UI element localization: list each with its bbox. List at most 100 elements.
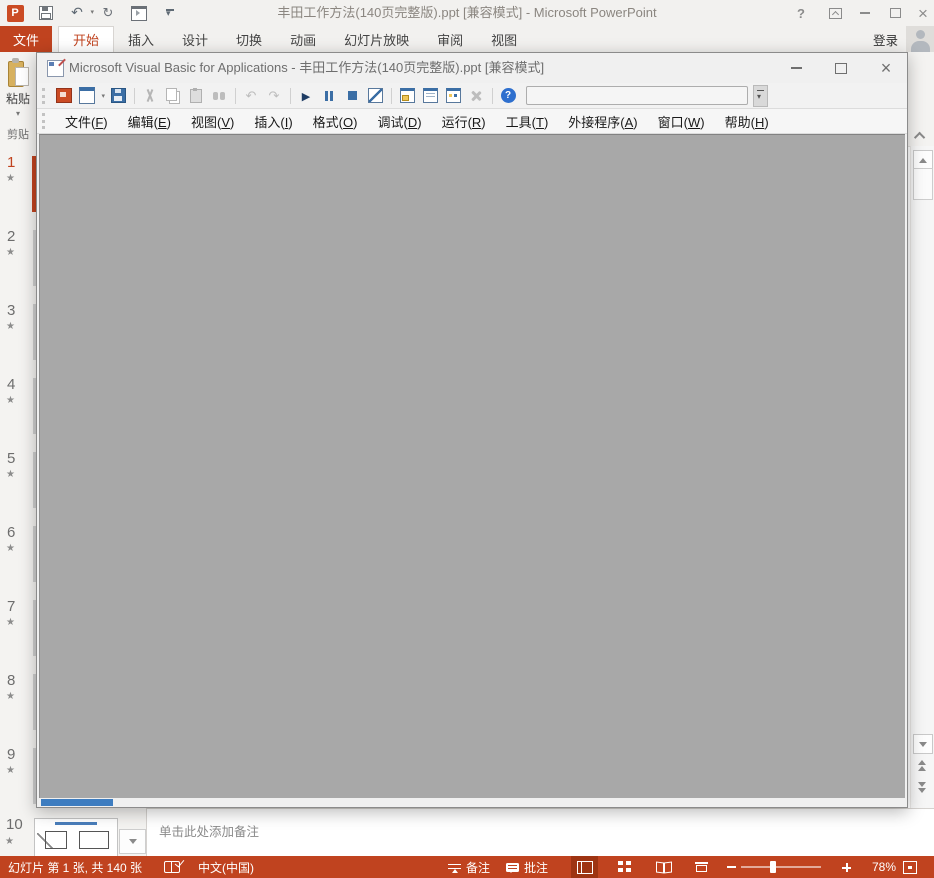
main-scrollbar[interactable] [910, 146, 934, 808]
zoom-level[interactable]: 78% [858, 856, 896, 878]
spell-check-icon[interactable] [164, 861, 180, 873]
toolbar-grip[interactable] [42, 87, 48, 104]
save-icon[interactable] [37, 4, 55, 22]
start-slideshow-icon[interactable] [130, 4, 148, 22]
vba-menu-item[interactable]: 调试(D) [367, 112, 431, 131]
thumbnail-scroll-down-icon[interactable] [119, 829, 146, 854]
zoom-slider-thumb[interactable] [770, 861, 776, 873]
ribbon-tab[interactable]: 动画 [276, 26, 330, 52]
slide-thumbnail-row[interactable]: 5 [0, 442, 36, 516]
save-icon[interactable] [109, 87, 127, 105]
paste-icon[interactable] [187, 87, 205, 105]
view-powerpoint-icon[interactable] [55, 87, 73, 105]
insert-userform-icon[interactable] [78, 87, 105, 105]
scrollbar-thumb[interactable] [913, 168, 933, 200]
vba-menu-item[interactable]: 外接程序(A) [558, 112, 647, 131]
vba-close-icon[interactable]: × [871, 57, 901, 79]
vba-minimize-icon[interactable] [781, 57, 811, 79]
help-icon[interactable] [499, 87, 517, 105]
redo-icon[interactable] [265, 87, 283, 105]
notes-pane[interactable]: 单击此处添加备注 [146, 808, 934, 857]
slide-sorter-view-button[interactable] [611, 856, 638, 878]
sign-in-link[interactable]: 登录 [873, 26, 898, 52]
paste-button[interactable]: 粘贴 [0, 54, 36, 118]
scroll-up-icon[interactable] [913, 150, 933, 170]
ribbon-tab[interactable]: 开始 [58, 26, 115, 52]
ribbon-display-options-icon[interactable] [820, 0, 850, 26]
previous-slide-icon[interactable] [918, 760, 926, 771]
copy-icon[interactable] [164, 87, 182, 105]
vba-menu-item[interactable]: 运行(R) [432, 112, 496, 131]
design-mode-icon[interactable] [366, 87, 384, 105]
toolbox-icon[interactable] [467, 87, 485, 105]
ribbon-tab[interactable]: 视图 [477, 26, 531, 52]
toolbar-separator[interactable] [391, 87, 392, 104]
toolbar-separator[interactable] [235, 87, 236, 104]
menubar-grip[interactable] [42, 113, 48, 129]
undo-icon[interactable] [242, 87, 260, 105]
vba-menu-item[interactable]: 视图(V) [181, 112, 244, 131]
comments-toggle-button[interactable]: 批注 [506, 856, 548, 878]
vba-menu-item[interactable]: 文件(F) [55, 112, 118, 131]
close-icon[interactable]: × [908, 0, 934, 26]
vba-menu-item[interactable]: 编辑(E) [118, 112, 181, 131]
toolbar-separator[interactable] [290, 87, 291, 104]
cut-icon[interactable] [141, 87, 159, 105]
vba-menu-item[interactable]: 格式(O) [303, 112, 368, 131]
vba-menu-item[interactable]: 工具(T) [496, 112, 559, 131]
slide-thumbnail-row[interactable]: 8 [0, 664, 36, 738]
paste-dropdown-icon[interactable] [0, 108, 36, 118]
slide-10-thumbnail[interactable] [34, 818, 118, 858]
vba-menu-item[interactable]: 帮助(H) [715, 112, 779, 131]
scroll-down-icon[interactable] [913, 734, 933, 754]
ribbon-tab[interactable]: 设计 [168, 26, 222, 52]
object-browser-icon[interactable] [444, 87, 462, 105]
minimize-icon[interactable] [850, 0, 880, 26]
ribbon-tab[interactable]: 插入 [114, 26, 168, 52]
fit-to-window-icon[interactable] [903, 861, 917, 874]
project-explorer-icon[interactable] [398, 87, 416, 105]
vba-menu-item[interactable]: 窗口(W) [648, 112, 715, 131]
ribbon-tab[interactable]: 切换 [222, 26, 276, 52]
slideshow-view-button[interactable] [688, 856, 715, 878]
reset-icon[interactable] [343, 87, 361, 105]
zoom-slider-track[interactable] [741, 866, 821, 868]
slide-thumbnail-row[interactable]: 2 [0, 220, 36, 294]
customize-qat-icon[interactable] [161, 4, 179, 22]
toolbar-status-field[interactable] [526, 86, 748, 105]
next-slide-icon[interactable] [918, 782, 926, 793]
slide-thumbnail-row[interactable]: 6 [0, 516, 36, 590]
slide-thumbnail-row[interactable]: 3 [0, 294, 36, 368]
normal-view-button[interactable] [571, 856, 598, 878]
slide-thumbnail-row[interactable]: 4 [0, 368, 36, 442]
run-icon[interactable] [297, 87, 315, 105]
slide-thumbnail-row[interactable]: 9 [0, 738, 36, 812]
user-avatar-icon[interactable] [906, 26, 934, 52]
ribbon-tab[interactable]: 审阅 [423, 26, 477, 52]
maximize-icon[interactable] [880, 0, 910, 26]
toolbar-separator[interactable] [492, 87, 493, 104]
tab-file[interactable]: 文件 [0, 26, 52, 52]
powerpoint-logo-icon[interactable] [6, 4, 24, 22]
vba-menu-item[interactable]: 插入(I) [244, 112, 302, 131]
toolbar-separator[interactable] [134, 87, 135, 104]
find-icon[interactable] [210, 87, 228, 105]
slide-thumbnail-row[interactable]: 1 [0, 146, 36, 220]
zoom-in-icon[interactable] [842, 863, 851, 872]
notes-toggle-button[interactable]: 备注 [448, 856, 490, 878]
zoom-out-icon[interactable] [727, 866, 736, 868]
language-indicator[interactable]: 中文(中国) [198, 856, 254, 878]
toolbar-overflow-icon[interactable] [753, 84, 768, 107]
slide-counter[interactable]: 幻灯片 第 1 张, 共 140 张 [8, 856, 142, 878]
redo-icon[interactable] [99, 4, 117, 22]
ribbon-tab[interactable]: 幻灯片放映 [330, 26, 423, 52]
vba-maximize-icon[interactable] [826, 57, 856, 79]
collapse-ribbon-icon[interactable] [913, 130, 928, 144]
slide-thumbnail-row[interactable]: 7 [0, 590, 36, 664]
properties-window-icon[interactable] [421, 87, 439, 105]
vba-title-bar[interactable]: Microsoft Visual Basic for Applications … [37, 53, 907, 83]
undo-icon[interactable] [68, 4, 94, 22]
help-icon[interactable]: ? [786, 0, 816, 26]
reading-view-button[interactable] [650, 856, 677, 878]
break-icon[interactable] [320, 87, 338, 105]
